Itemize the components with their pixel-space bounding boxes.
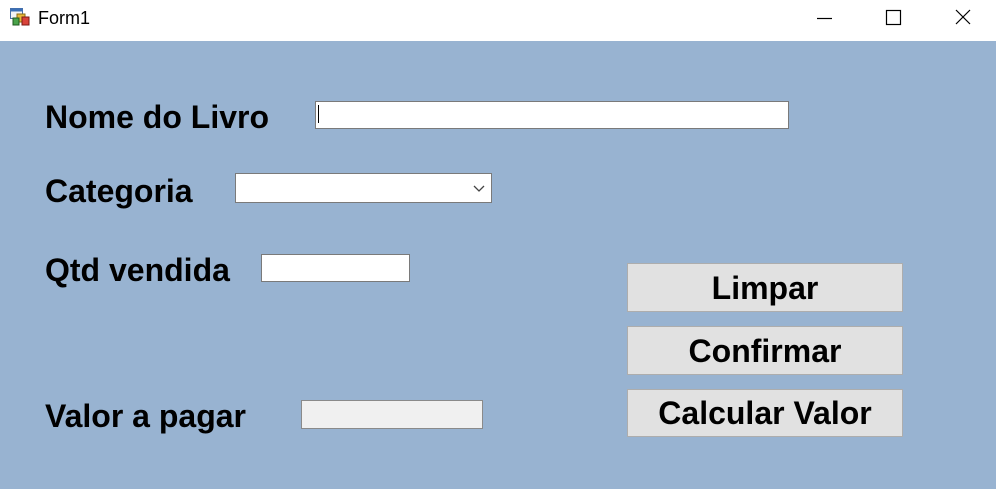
minimize-button[interactable] bbox=[790, 0, 858, 36]
minimize-icon bbox=[817, 17, 832, 20]
quantity-sold-input[interactable] bbox=[261, 254, 410, 282]
form-app-icon[interactable] bbox=[10, 8, 30, 26]
category-label: Categoria bbox=[45, 173, 193, 209]
confirm-button[interactable]: Confirmar bbox=[627, 326, 903, 375]
close-button[interactable] bbox=[928, 0, 996, 36]
amount-to-pay-field[interactable] bbox=[301, 400, 483, 429]
close-icon bbox=[955, 9, 971, 25]
maximize-button[interactable] bbox=[859, 0, 927, 36]
category-combobox[interactable] bbox=[235, 173, 492, 203]
clear-button[interactable]: Limpar bbox=[627, 263, 903, 312]
calculate-value-button[interactable]: Calcular Valor bbox=[627, 389, 903, 437]
chevron-down-icon[interactable] bbox=[473, 183, 485, 193]
text-caret bbox=[318, 105, 319, 123]
maximize-icon bbox=[885, 9, 902, 26]
amount-to-pay-label: Valor a pagar bbox=[45, 398, 246, 434]
book-name-label: Nome do Livro bbox=[45, 99, 270, 135]
book-name-input[interactable] bbox=[315, 101, 789, 129]
window-title: Form1 bbox=[38, 8, 91, 28]
application-window: Form1 Nome do Livro Categoria Qtd vendid… bbox=[0, 0, 996, 489]
quantity-sold-label: Qtd vendida bbox=[45, 252, 230, 288]
title-bar[interactable]: Form1 bbox=[0, 0, 996, 41]
